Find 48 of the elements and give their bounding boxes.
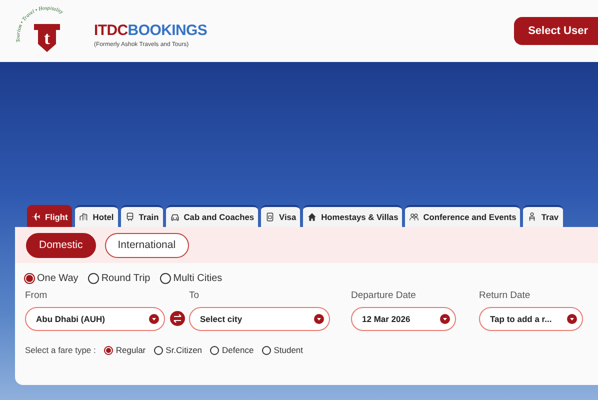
dropdown-caret-icon	[567, 314, 577, 324]
radio-label: Defence	[222, 345, 254, 355]
radio-label: Multi Cities	[173, 273, 222, 284]
scope-toggle[interactable]: International	[104, 232, 189, 258]
select-field[interactable]: Tap to add a r...	[479, 307, 583, 331]
brand-name: ITDCBOOKINGS	[94, 22, 208, 39]
scope-toggle[interactable]: Domestic	[26, 232, 96, 258]
select-field[interactable]: Abu Dhabi (AUH)	[25, 307, 165, 331]
field-label: Departure Date	[351, 290, 417, 301]
car-icon	[170, 212, 180, 222]
trip-type-radio[interactable]: One Way	[24, 273, 78, 284]
radio-label: One Way	[37, 273, 78, 284]
house-icon	[307, 212, 318, 222]
field-label: From	[25, 290, 48, 301]
service-tab[interactable]: Trav	[523, 205, 563, 227]
field-label: Return Date	[479, 290, 532, 301]
service-tab[interactable]: Visa	[261, 205, 300, 227]
trip-type-radio[interactable]: Round Trip	[88, 273, 150, 284]
fare-type-radio[interactable]: Defence	[210, 345, 254, 355]
swap-icon[interactable]	[170, 311, 185, 326]
train-icon	[124, 212, 135, 222]
dropdown-caret-icon	[314, 314, 324, 324]
dropdown-caret-icon	[440, 314, 450, 324]
building-icon	[78, 212, 89, 222]
fare-type-radio[interactable]: Student	[262, 345, 304, 355]
fare-type-radio[interactable]: Sr.Citizen	[154, 345, 202, 355]
person-icon	[527, 212, 538, 222]
fare-type-radio[interactable]: Regular	[104, 345, 146, 355]
service-tab[interactable]: Train	[120, 205, 163, 227]
select-field[interactable]: 12 Mar 2026	[351, 307, 456, 331]
dropdown-caret-icon	[149, 314, 159, 324]
select-user-button[interactable]: Select User	[514, 17, 598, 45]
radio-label: Student	[274, 345, 304, 355]
service-tab[interactable]: Hotel	[74, 205, 118, 227]
select-field[interactable]: Select city	[189, 307, 330, 331]
fare-type-label: Select a fare type :	[25, 345, 96, 355]
service-tab[interactable]: Cab and Coaches	[166, 205, 258, 227]
plane-icon	[31, 212, 41, 222]
radio-label: Sr.Citizen	[166, 345, 202, 355]
service-tab[interactable]: Homestays & Villas	[303, 205, 402, 227]
radio-label: Regular	[116, 345, 146, 355]
card-icon	[265, 212, 276, 222]
field-label: To	[189, 290, 200, 301]
trip-type-radio[interactable]: Multi Cities	[160, 273, 222, 284]
radio-label: Round Trip	[101, 273, 150, 284]
service-tab[interactable]: Conference and Events	[405, 205, 520, 227]
service-tab[interactable]: Flight	[27, 205, 72, 227]
people-icon	[409, 212, 420, 222]
